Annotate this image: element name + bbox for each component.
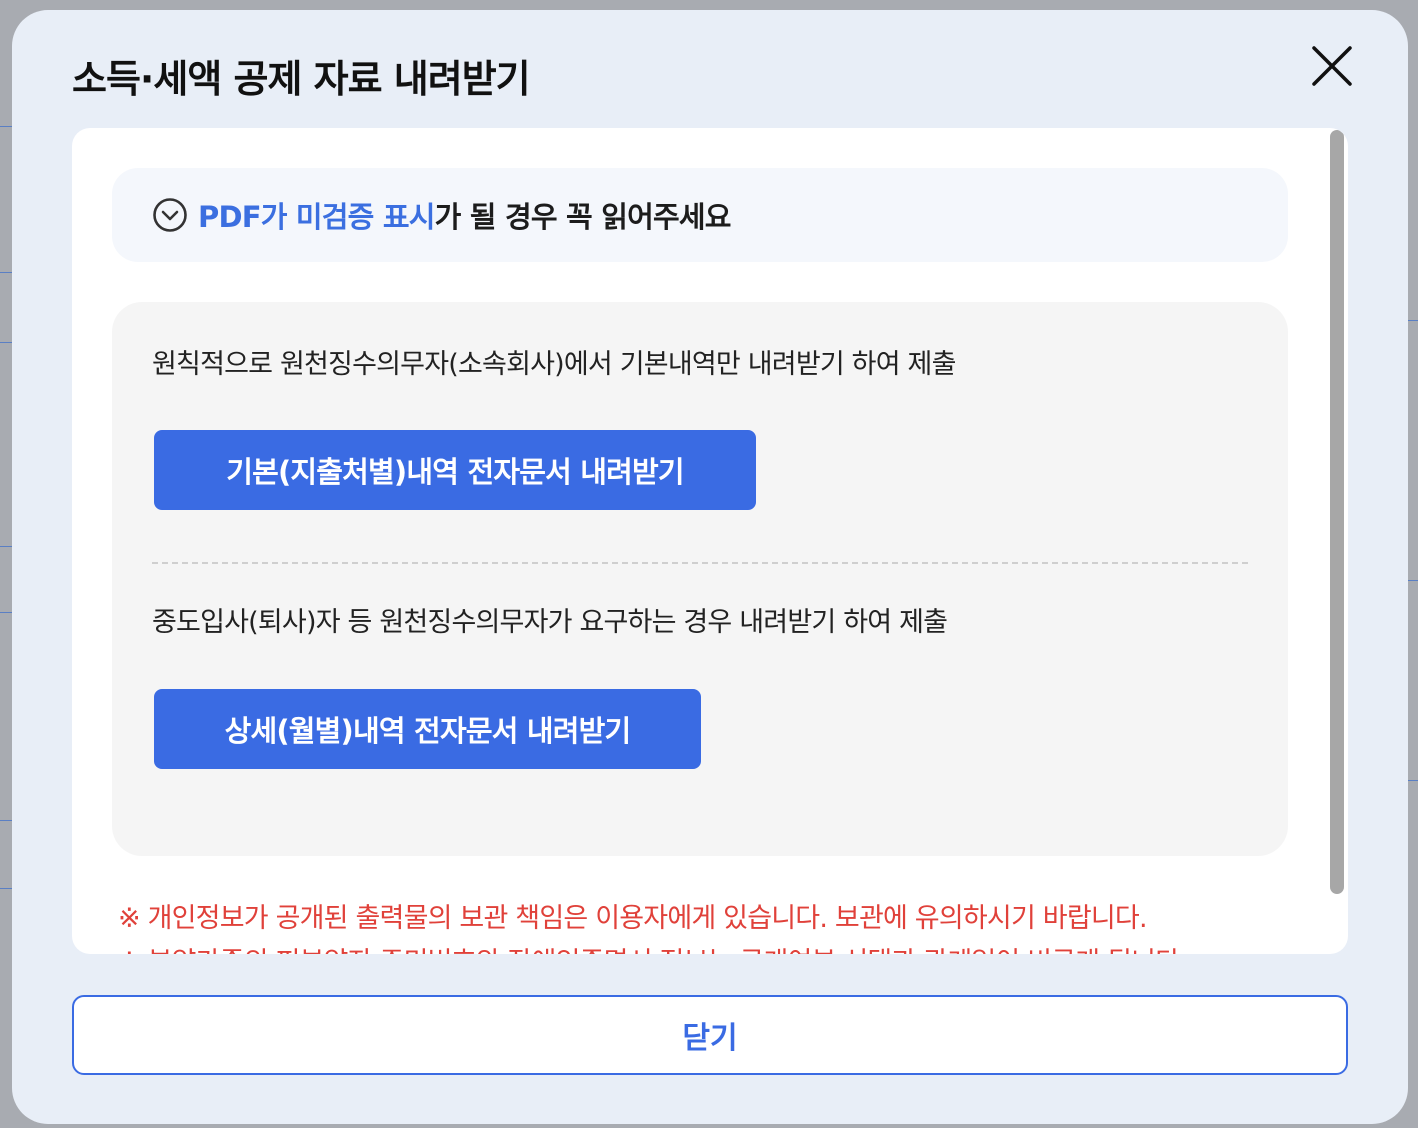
basic-description: 원칙적으로 원천징수의무자(소속회사)에서 기본내역만 내려받기 하여 제출 [152, 349, 956, 380]
dashed-divider [152, 562, 1248, 564]
background-divider [1408, 780, 1418, 781]
background-divider [0, 612, 12, 613]
background-divider [0, 272, 12, 273]
notice-text: PDF가 미검증 표시가 될 경우 꼭 읽어주세요 [198, 194, 731, 236]
background-divider [1408, 580, 1418, 581]
privacy-warning: ※ 개인정보가 공개된 출력물의 보관 책임은 이용자에게 있습니다. 보관에 … [118, 903, 1148, 934]
background-divider [1408, 320, 1418, 321]
background-divider [0, 546, 12, 547]
basic-download-button[interactable]: 기본(지출처별)내역 전자문서 내려받기 [154, 430, 756, 510]
scrollbar-thumb[interactable] [1330, 130, 1344, 894]
background-divider [0, 888, 12, 889]
dependents-warning: ※ 부양가족의 피부양자 주민번호와 장애인증명서 정보는 공개여부 선택과 관… [118, 940, 1188, 954]
modal-content-scroll[interactable]: PDF가 미검증 표시가 될 경우 꼭 읽어주세요 원칙적으로 원천징수의무자(… [72, 128, 1348, 954]
close-icon [1312, 46, 1352, 86]
notice-highlight: PDF가 미검증 표시 [198, 200, 435, 234]
pdf-unverified-notice[interactable]: PDF가 미검증 표시가 될 경우 꼭 읽어주세요 [112, 168, 1288, 262]
chevron-down-circle-icon [152, 197, 188, 233]
detail-description: 중도입사(퇴사)자 등 원천징수의무자가 요구하는 경우 내려받기 하여 제출 [152, 607, 948, 638]
background-divider [0, 342, 12, 343]
modal-title: 소득·세액 공제 자료 내려받기 [72, 57, 531, 101]
close-button[interactable] [1310, 44, 1354, 88]
footer-close-button[interactable]: 닫기 [72, 995, 1348, 1075]
background-divider [0, 820, 12, 821]
download-modal: 소득·세액 공제 자료 내려받기 PDF가 미검증 표시가 될 경우 꼭 읽어주… [12, 10, 1408, 1124]
background-divider [0, 126, 12, 127]
notice-rest: 가 될 경우 꼭 읽어주세요 [434, 200, 732, 234]
detail-download-button[interactable]: 상세(월별)내역 전자문서 내려받기 [154, 689, 701, 769]
download-options-box: 원칙적으로 원천징수의무자(소속회사)에서 기본내역만 내려받기 하여 제출 기… [112, 302, 1288, 856]
